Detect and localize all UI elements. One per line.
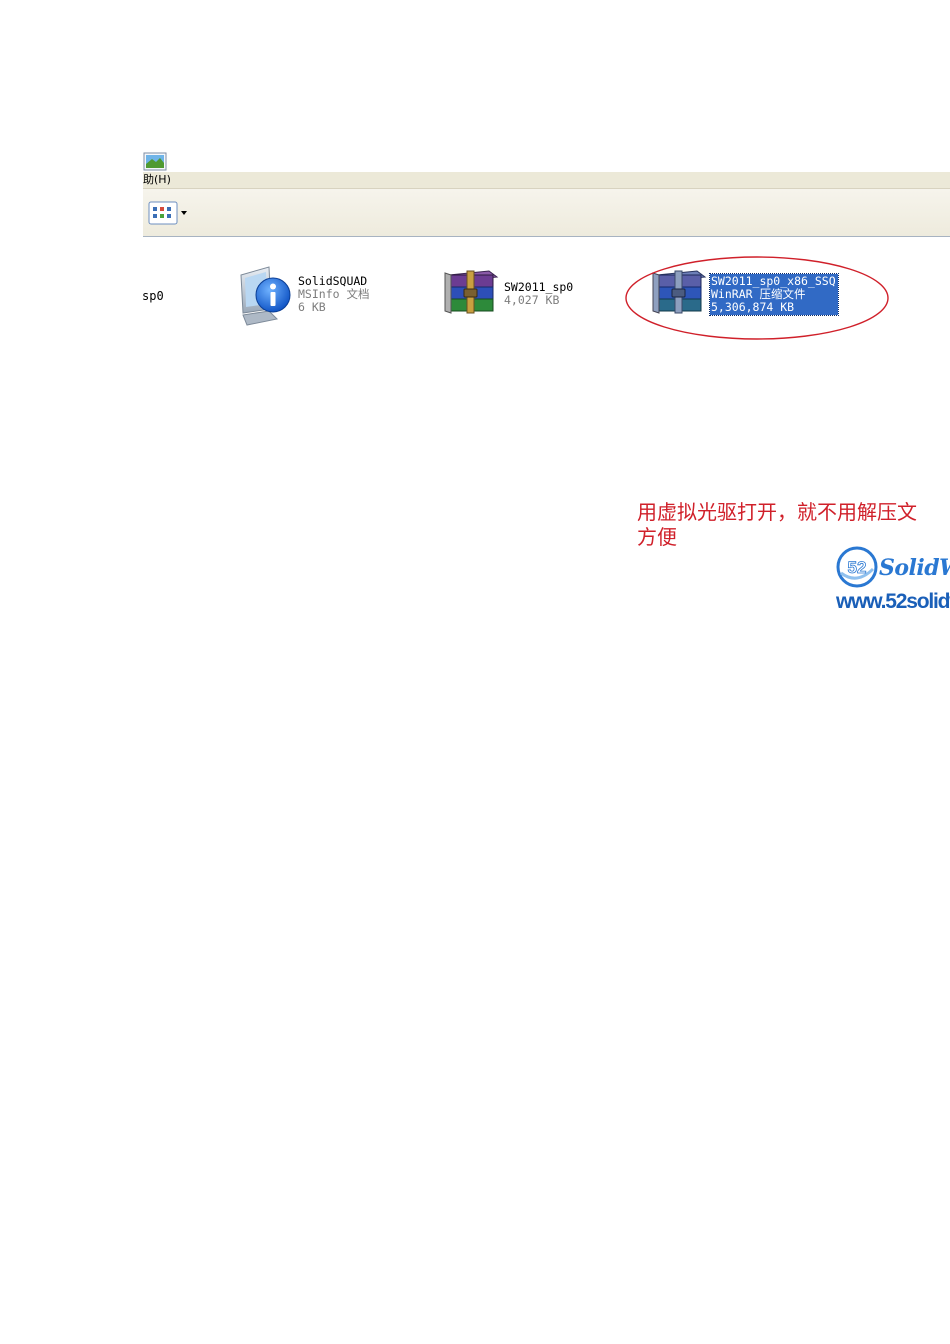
winrar-archive-icon [444, 270, 499, 314]
logo-word: SolidWo [879, 555, 950, 581]
file-size: 4,027 KB [504, 293, 560, 307]
file-item-solidsquad[interactable]: SolidSQUAD MSInfo 文档 6 KB [235, 265, 435, 327]
menu-bar: 助(H) [143, 172, 950, 189]
image-icon [143, 152, 167, 171]
logo-url: www.52solidw [836, 590, 950, 613]
highlight-ellipse [625, 256, 889, 340]
logo-mark-icon: 52 [836, 546, 878, 588]
site-logo: 52 SolidWo www.52solidw [835, 545, 950, 615]
file-size: 6 KB [298, 300, 326, 314]
info-document-icon [240, 266, 291, 326]
annotation-line-1: 用虚拟光驱打开，就不用解压文 [637, 500, 917, 524]
logo-mark-text: 52 [848, 558, 867, 577]
annotation-note: 用虚拟光驱打开，就不用解压文 方便 [637, 500, 950, 550]
menu-help[interactable]: 助(H) [143, 171, 171, 187]
file-item-sw2011-sp0[interactable]: SW2011_sp0 4,027 KB [443, 269, 643, 319]
toolbar [143, 189, 950, 237]
views-button[interactable] [148, 201, 188, 225]
folder-label[interactable]: sp0 [143, 289, 164, 303]
